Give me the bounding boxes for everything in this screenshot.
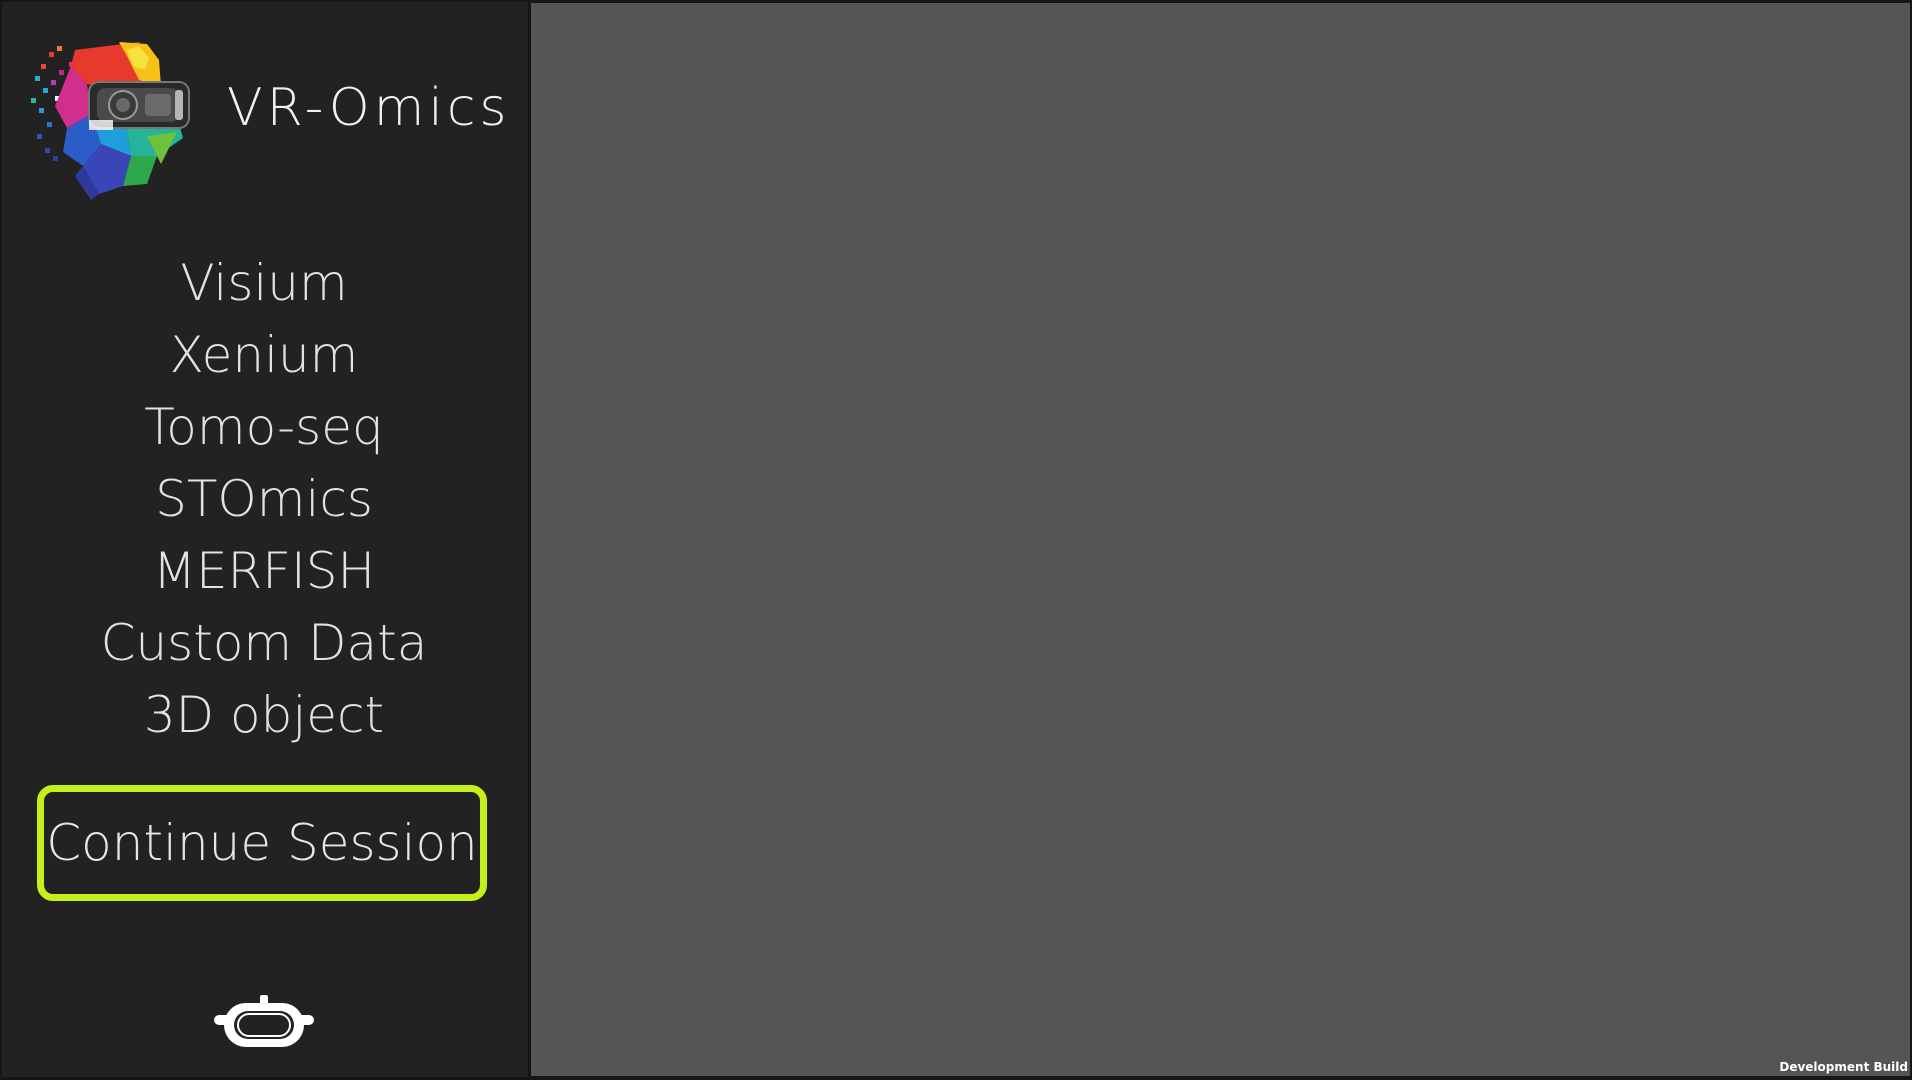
continue-session-button[interactable]: Continue Session	[37, 785, 487, 901]
menu-item-3d-object[interactable]: 3D object	[2, 679, 526, 751]
vr-omics-logo-icon	[31, 42, 190, 200]
main-panel	[531, 3, 1910, 1076]
menu-item-visium[interactable]: Visium	[2, 247, 526, 319]
menu-item-stomics[interactable]: STOmics	[2, 463, 526, 535]
sidebar: VR-Omics Visium Xenium Tomo-seq STOmics …	[2, 2, 530, 1077]
app-window: VR-Omics Visium Xenium Tomo-seq STOmics …	[0, 0, 1912, 1080]
vr-headset-icon[interactable]	[210, 995, 318, 1051]
menu-item-xenium[interactable]: Xenium	[2, 319, 526, 391]
data-type-menu: Visium Xenium Tomo-seq STOmics MERFISH C…	[2, 247, 526, 751]
menu-item-custom-data[interactable]: Custom Data	[2, 607, 526, 679]
app-header: VR-Omics	[27, 36, 507, 204]
development-build-label: Development Build	[1779, 1060, 1908, 1074]
menu-item-merfish[interactable]: MERFISH	[2, 535, 526, 607]
menu-item-tomo-seq[interactable]: Tomo-seq	[2, 391, 526, 463]
app-title: VR-Omics	[227, 78, 511, 138]
